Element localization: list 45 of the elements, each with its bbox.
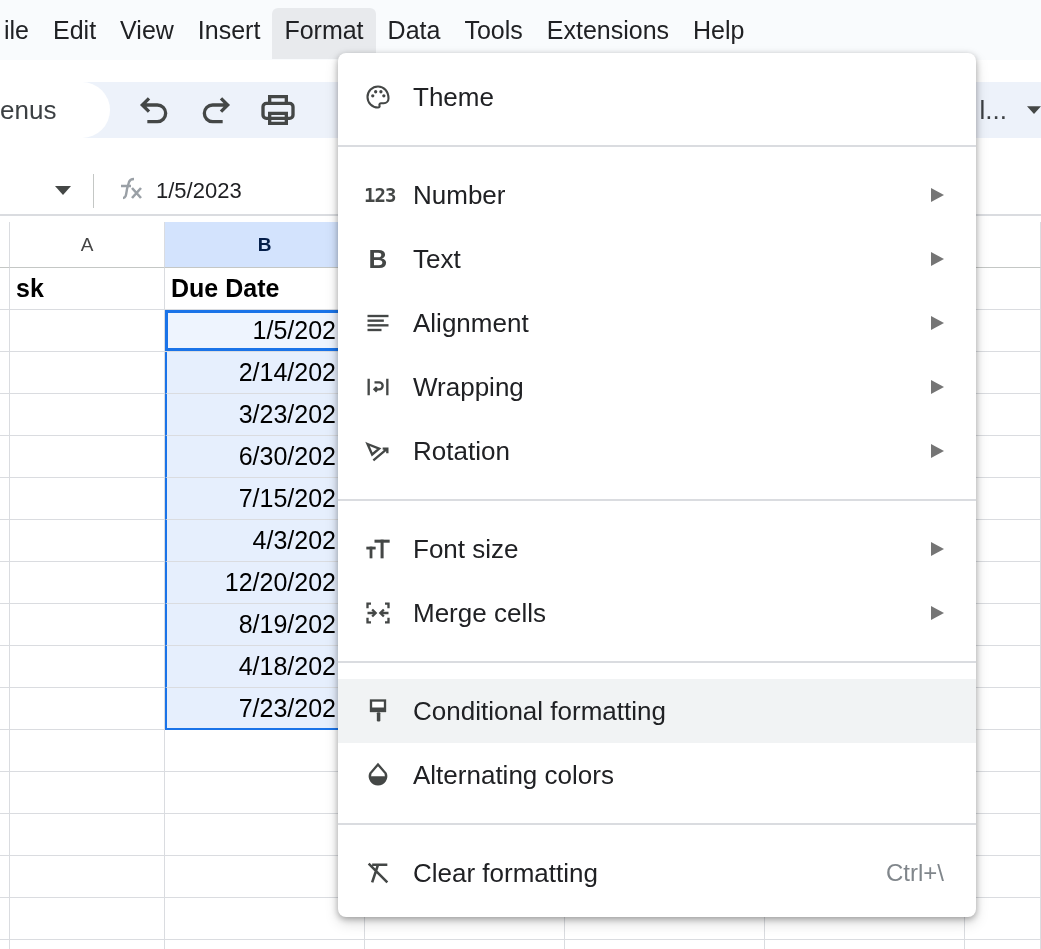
table-cell [0, 478, 10, 520]
menu-item[interactable]: Clear formatting Ctrl+\ [338, 841, 976, 905]
table-cell [0, 688, 10, 730]
table-cell [0, 730, 10, 772]
table-cell [0, 310, 10, 352]
column-header [0, 222, 10, 268]
table-cell [0, 772, 10, 814]
palette-icon [364, 83, 392, 111]
submenu-arrow-icon [930, 542, 944, 556]
menu-item[interactable]: Help [681, 7, 757, 53]
table-cell [0, 856, 10, 898]
table-cell [0, 268, 10, 310]
submenu-arrow-icon [930, 252, 944, 266]
submenu-arrow-icon [930, 316, 944, 330]
table-cell [0, 646, 10, 688]
caret-icon[interactable] [55, 186, 71, 196]
table-cell [0, 352, 10, 394]
menu-item[interactable]: Edit [41, 7, 109, 53]
menu-item[interactable]: Format [272, 7, 376, 59]
search-menus-field[interactable]: enus [0, 82, 110, 138]
submenu-arrow-icon [930, 444, 944, 458]
table-cell [0, 562, 10, 604]
submenu-arrow-icon [930, 188, 944, 202]
menu-item[interactable]: Theme [338, 65, 976, 129]
menu-item[interactable]: Data [375, 7, 453, 53]
menu-item[interactable]: ile [0, 7, 41, 53]
submenu-arrow-icon [930, 380, 944, 394]
table-cell [0, 436, 10, 478]
menu-item[interactable]: Alternating colors [338, 743, 976, 807]
font-dropdown[interactable]: l... [979, 94, 1007, 126]
menu-item[interactable]: Insert [185, 7, 273, 53]
menu-item[interactable]: View [108, 7, 186, 53]
menu-item[interactable]: Conditional formatting [338, 679, 976, 743]
table-cell [0, 898, 10, 940]
table-cell: sk [10, 268, 165, 310]
submenu-arrow-icon [930, 606, 944, 620]
table-cell [0, 394, 10, 436]
table-cell [0, 520, 10, 562]
menu-item[interactable]: Tools [452, 7, 535, 53]
table-cell [0, 604, 10, 646]
formula-value[interactable]: 1/5/2023 [156, 178, 242, 204]
menu-item[interactable]: Extensions [534, 7, 682, 53]
caret-icon[interactable] [1027, 105, 1041, 115]
table-cell [0, 814, 10, 856]
bold-icon: B [364, 243, 392, 275]
